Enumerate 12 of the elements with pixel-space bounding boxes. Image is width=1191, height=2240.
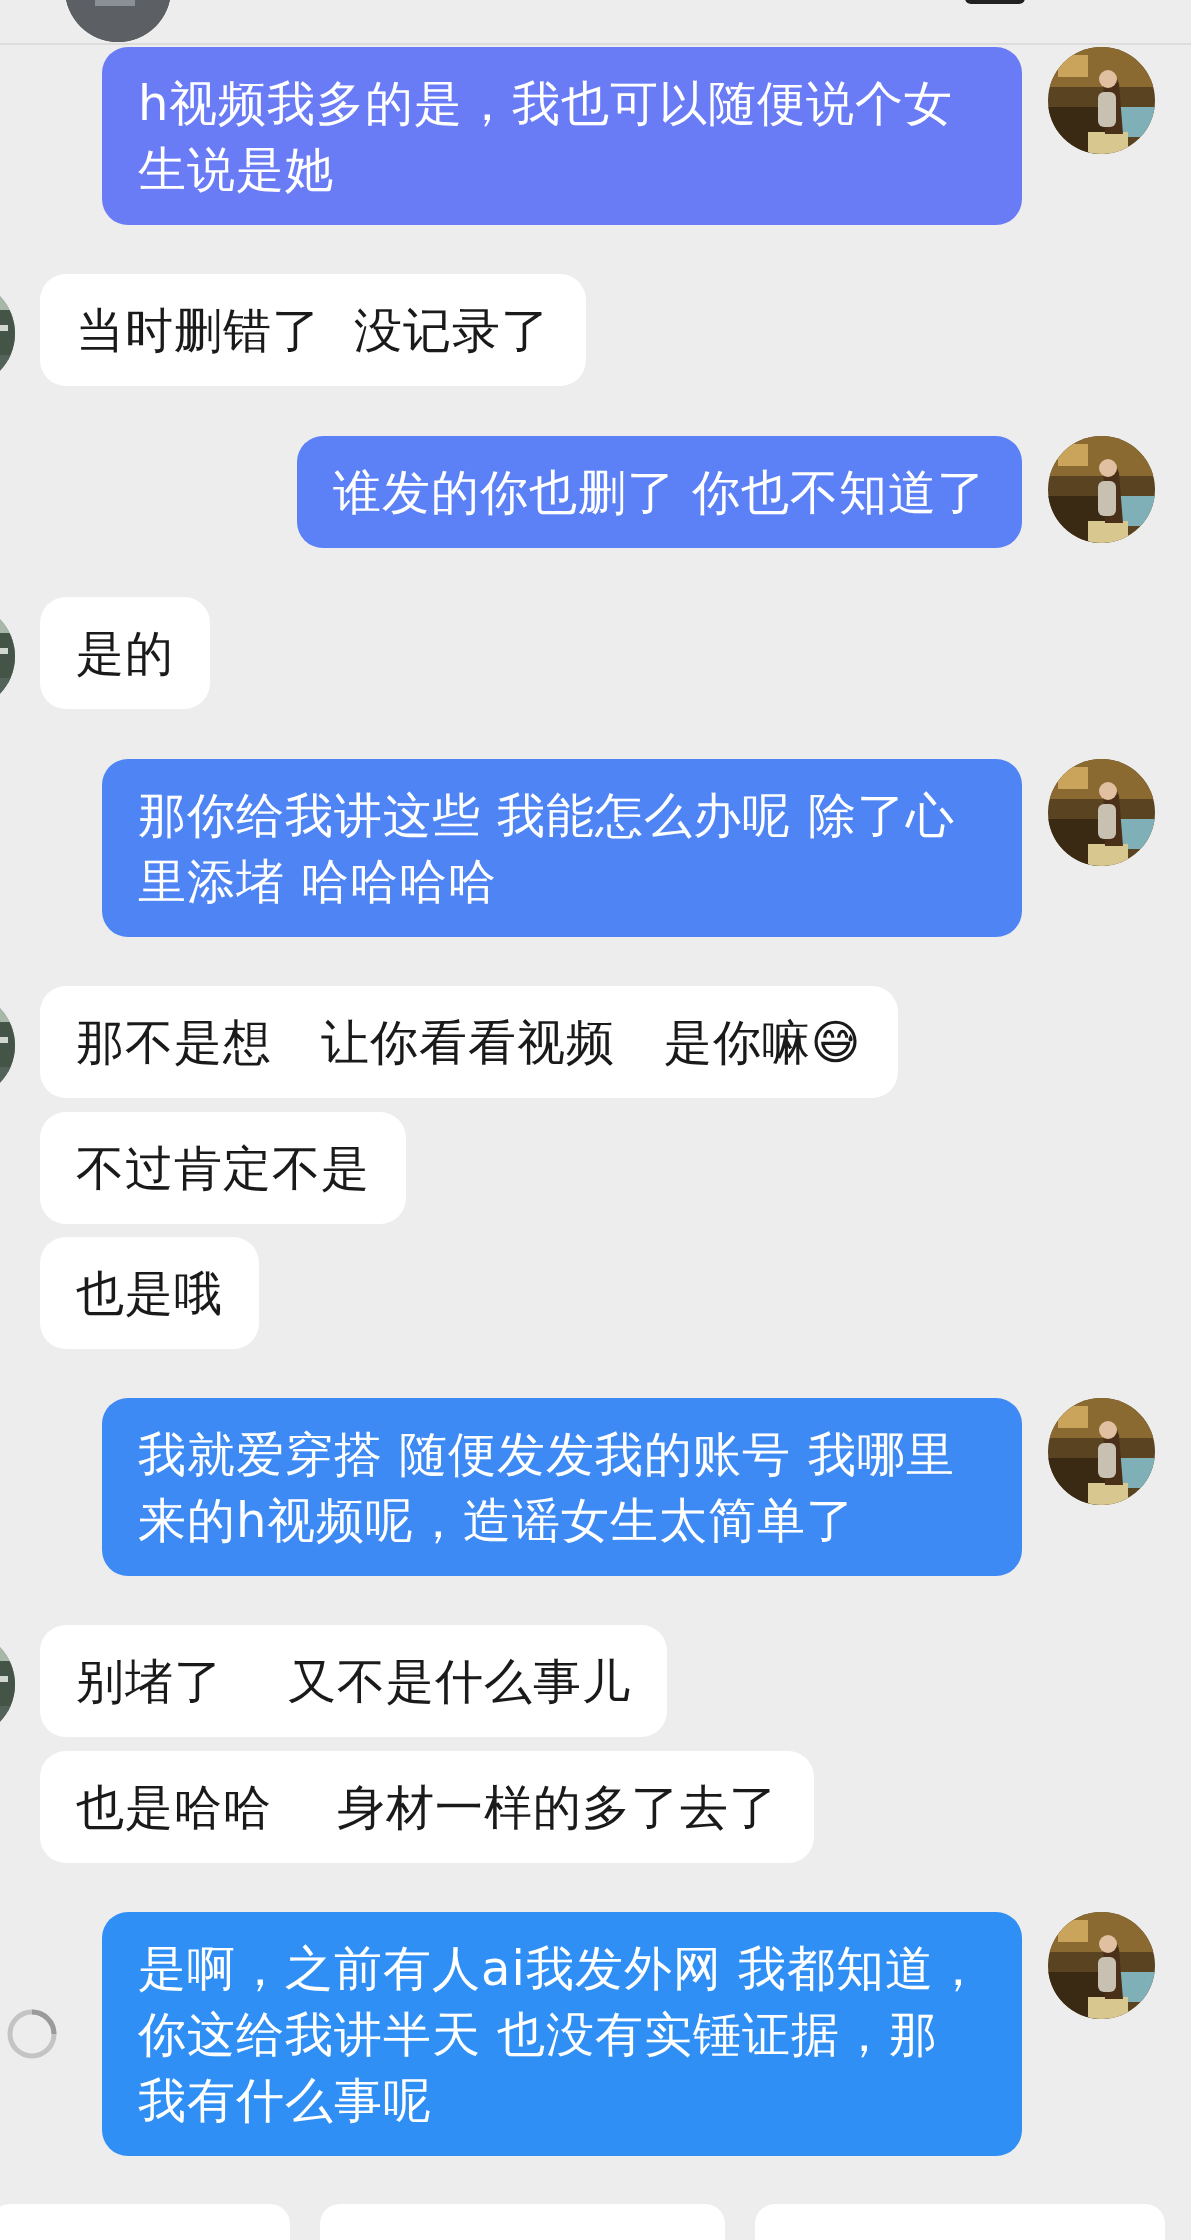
message-bubble: 我就爱穿搭 随便发发我的账号 我哪里来的h视频呢，造谣女生太简单了 bbox=[102, 1398, 1022, 1576]
message-bubble: 那你给我讲这些 我能怎么办呢 除了心里添堵 哈哈哈哈 bbox=[102, 759, 1022, 937]
message-bubble: 别堵了 又不是什么事儿 bbox=[40, 1625, 668, 1737]
message-bubble: 也是哦 bbox=[40, 1237, 259, 1349]
message-bubble: 谁发的你也删了 你也不知道了 bbox=[296, 436, 1022, 548]
message-bubble: 不过肯定不是 bbox=[40, 1112, 406, 1224]
message-bubble: 也是哈哈 身材一样的多了去了 bbox=[40, 1751, 815, 1863]
message-bubble: 是啊，之前有人ai我发外网 我都知道，你这给我讲半天 也没有实锤证据，那我有什么事呢 bbox=[102, 1912, 1022, 2156]
message-bubble: h视频我多的是，我也可以随便说个女生说是她 bbox=[102, 47, 1022, 225]
message-bubble: 当时删错了 没记录了 bbox=[40, 274, 586, 386]
message-bubble: 是的 bbox=[40, 597, 210, 709]
message-bubble: 那不是想 让你看看视频 是你嘛😅 bbox=[40, 986, 898, 1098]
